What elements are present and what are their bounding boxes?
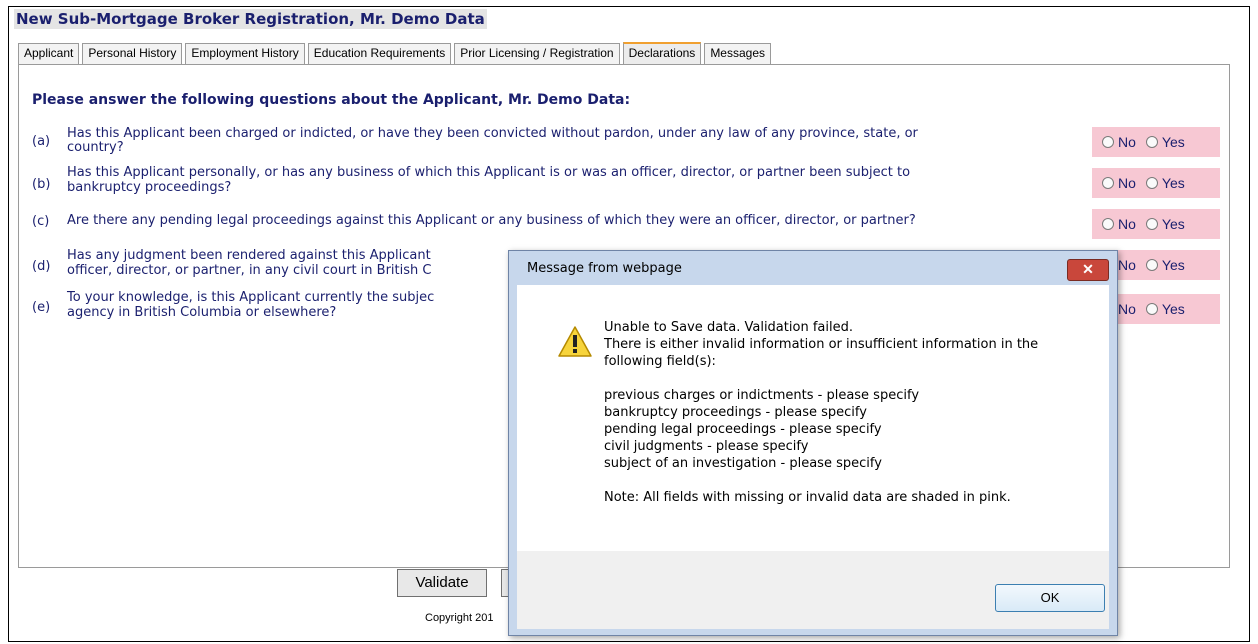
dialog-message: Unable to Save data. Validation failed. … <box>604 319 1084 506</box>
question-letter: (a) <box>32 134 51 149</box>
tab-bar: Applicant Personal History Employment Hi… <box>18 42 772 64</box>
radio-label-yes: Yes <box>1161 301 1185 317</box>
tab-prior-licensing[interactable]: Prior Licensing / Registration <box>454 43 620 64</box>
question-letter: (c) <box>32 214 50 229</box>
radio-yes-c[interactable] <box>1145 218 1158 230</box>
question-text-line1: To your knowledge, is this Applicant cur… <box>67 290 435 305</box>
answer-group-c: No Yes <box>1092 209 1220 239</box>
question-text-line1: Has this Applicant been charged or indic… <box>67 126 918 141</box>
radio-label-no: No <box>1118 301 1136 317</box>
message-dialog: Message from webpage ✕ Unable to Save da… <box>508 250 1118 636</box>
radio-label-yes: Yes <box>1161 134 1185 150</box>
validate-button[interactable]: Validate <box>397 569 487 597</box>
tab-declarations[interactable]: Declarations <box>622 42 702 64</box>
dialog-body: Unable to Save data. Validation failed. … <box>517 285 1109 551</box>
tab-education-requirements[interactable]: Education Requirements <box>307 43 452 64</box>
tab-applicant[interactable]: Applicant <box>18 43 80 64</box>
radio-label-yes: Yes <box>1161 257 1185 273</box>
instruction-heading: Please answer the following questions ab… <box>32 92 631 108</box>
question-letter: (e) <box>32 300 51 315</box>
copyright-text: Copyright 201 <box>425 612 494 624</box>
tab-employment-history[interactable]: Employment History <box>185 43 305 64</box>
message-line: bankruptcy proceedings - please specify <box>604 405 867 420</box>
ok-button[interactable]: OK <box>995 584 1105 612</box>
radio-label-yes: Yes <box>1161 216 1185 232</box>
message-line: subject of an investigation - please spe… <box>604 456 882 471</box>
tab-personal-history[interactable]: Personal History <box>82 43 183 64</box>
message-line <box>604 472 1084 489</box>
question-text-line2: officer, director, or partner, in any ci… <box>67 263 432 278</box>
question-text-line1: Are there any pending legal proceedings … <box>67 213 916 228</box>
message-line: following field(s): <box>604 354 716 369</box>
question-letter: (b) <box>32 177 51 192</box>
dialog-title: Message from webpage <box>527 261 682 276</box>
dialog-footer: OK <box>517 551 1109 629</box>
question-letter: (d) <box>32 259 51 274</box>
radio-label-yes: Yes <box>1161 175 1185 191</box>
radio-label-no: No <box>1118 134 1136 150</box>
answer-group-b: No Yes <box>1092 168 1220 198</box>
message-line: Note: All fields with missing or invalid… <box>604 490 1011 505</box>
radio-no-a[interactable] <box>1102 136 1114 148</box>
message-line: There is either invalid information or i… <box>604 337 1039 352</box>
radio-label-no: No <box>1118 257 1136 273</box>
radio-label-no: No <box>1118 216 1136 232</box>
radio-no-b[interactable] <box>1102 177 1114 189</box>
radio-label-no: No <box>1118 175 1136 191</box>
question-text-line1: Has this Applicant personally, or has an… <box>67 165 911 180</box>
radio-yes-a[interactable] <box>1145 136 1158 148</box>
question-text-line2: country? <box>67 140 124 155</box>
close-icon[interactable]: ✕ <box>1067 259 1109 281</box>
warning-icon <box>557 325 593 362</box>
question-text-line2: agency in British Columbia or elsewhere? <box>67 305 337 320</box>
radio-yes-b[interactable] <box>1145 177 1158 189</box>
message-line: Unable to Save data. Validation failed. <box>604 320 853 335</box>
question-text-line2: bankruptcy proceedings? <box>67 180 232 195</box>
message-line: civil judgments - please specify <box>604 439 809 454</box>
page-title: New Sub-Mortgage Broker Registration, Mr… <box>14 9 487 29</box>
question-text-line1: Has any judgment been rendered against t… <box>67 248 431 263</box>
radio-no-c[interactable] <box>1102 218 1114 230</box>
radio-yes-d[interactable] <box>1145 259 1158 271</box>
answer-group-a: No Yes <box>1092 127 1220 157</box>
message-line: pending legal proceedings - please speci… <box>604 422 882 437</box>
message-line: previous charges or indictments - please… <box>604 388 920 403</box>
radio-yes-e[interactable] <box>1145 303 1158 315</box>
tab-messages[interactable]: Messages <box>704 43 772 64</box>
message-line <box>604 370 1084 387</box>
